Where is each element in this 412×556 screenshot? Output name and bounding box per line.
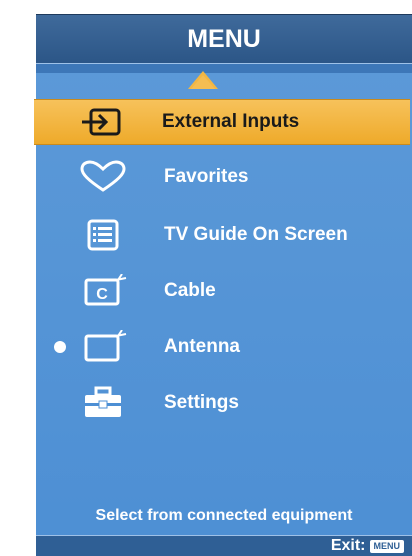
footer-bar: Exit: MENU <box>36 535 412 556</box>
menu-item-label: TV Guide On Screen <box>164 224 348 245</box>
menu-panel: MENU External Inputs Favorites TV Guide … <box>34 14 412 556</box>
exit-hint[interactable]: Exit: MENU <box>331 537 404 555</box>
menu-item-tv-guide[interactable]: TV Guide On Screen <box>36 213 412 257</box>
menu-item-antenna[interactable]: Antenna <box>36 325 412 369</box>
guide-icon <box>78 217 128 253</box>
svg-text:C: C <box>96 286 108 303</box>
menu-key-badge: MENU <box>369 539 404 553</box>
menu-title: MENU <box>36 15 412 64</box>
selected-bullet <box>54 341 66 353</box>
menu-item-label: Favorites <box>164 166 249 187</box>
header-strip <box>36 64 412 73</box>
menu-item-settings[interactable]: Settings <box>36 381 412 425</box>
heart-icon <box>78 159 128 195</box>
exit-label: Exit: <box>330 537 366 554</box>
menu-item-label: External Inputs <box>162 111 300 132</box>
toolbox-icon <box>78 385 128 421</box>
menu-item-label: Antenna <box>164 336 240 357</box>
menu-item-cable[interactable]: C Cable <box>36 269 412 313</box>
help-text: Select from connected equipment <box>95 507 353 524</box>
menu-item-favorites[interactable]: Favorites <box>36 155 412 199</box>
menu-item-label: Cable <box>164 280 216 301</box>
antenna-icon <box>78 329 128 365</box>
selection-pointer-fill <box>191 75 215 89</box>
menu-item-external-inputs[interactable]: External Inputs <box>34 99 410 145</box>
cable-icon: C <box>78 273 128 309</box>
menu-item-label: Settings <box>164 392 239 413</box>
input-icon <box>76 104 126 140</box>
